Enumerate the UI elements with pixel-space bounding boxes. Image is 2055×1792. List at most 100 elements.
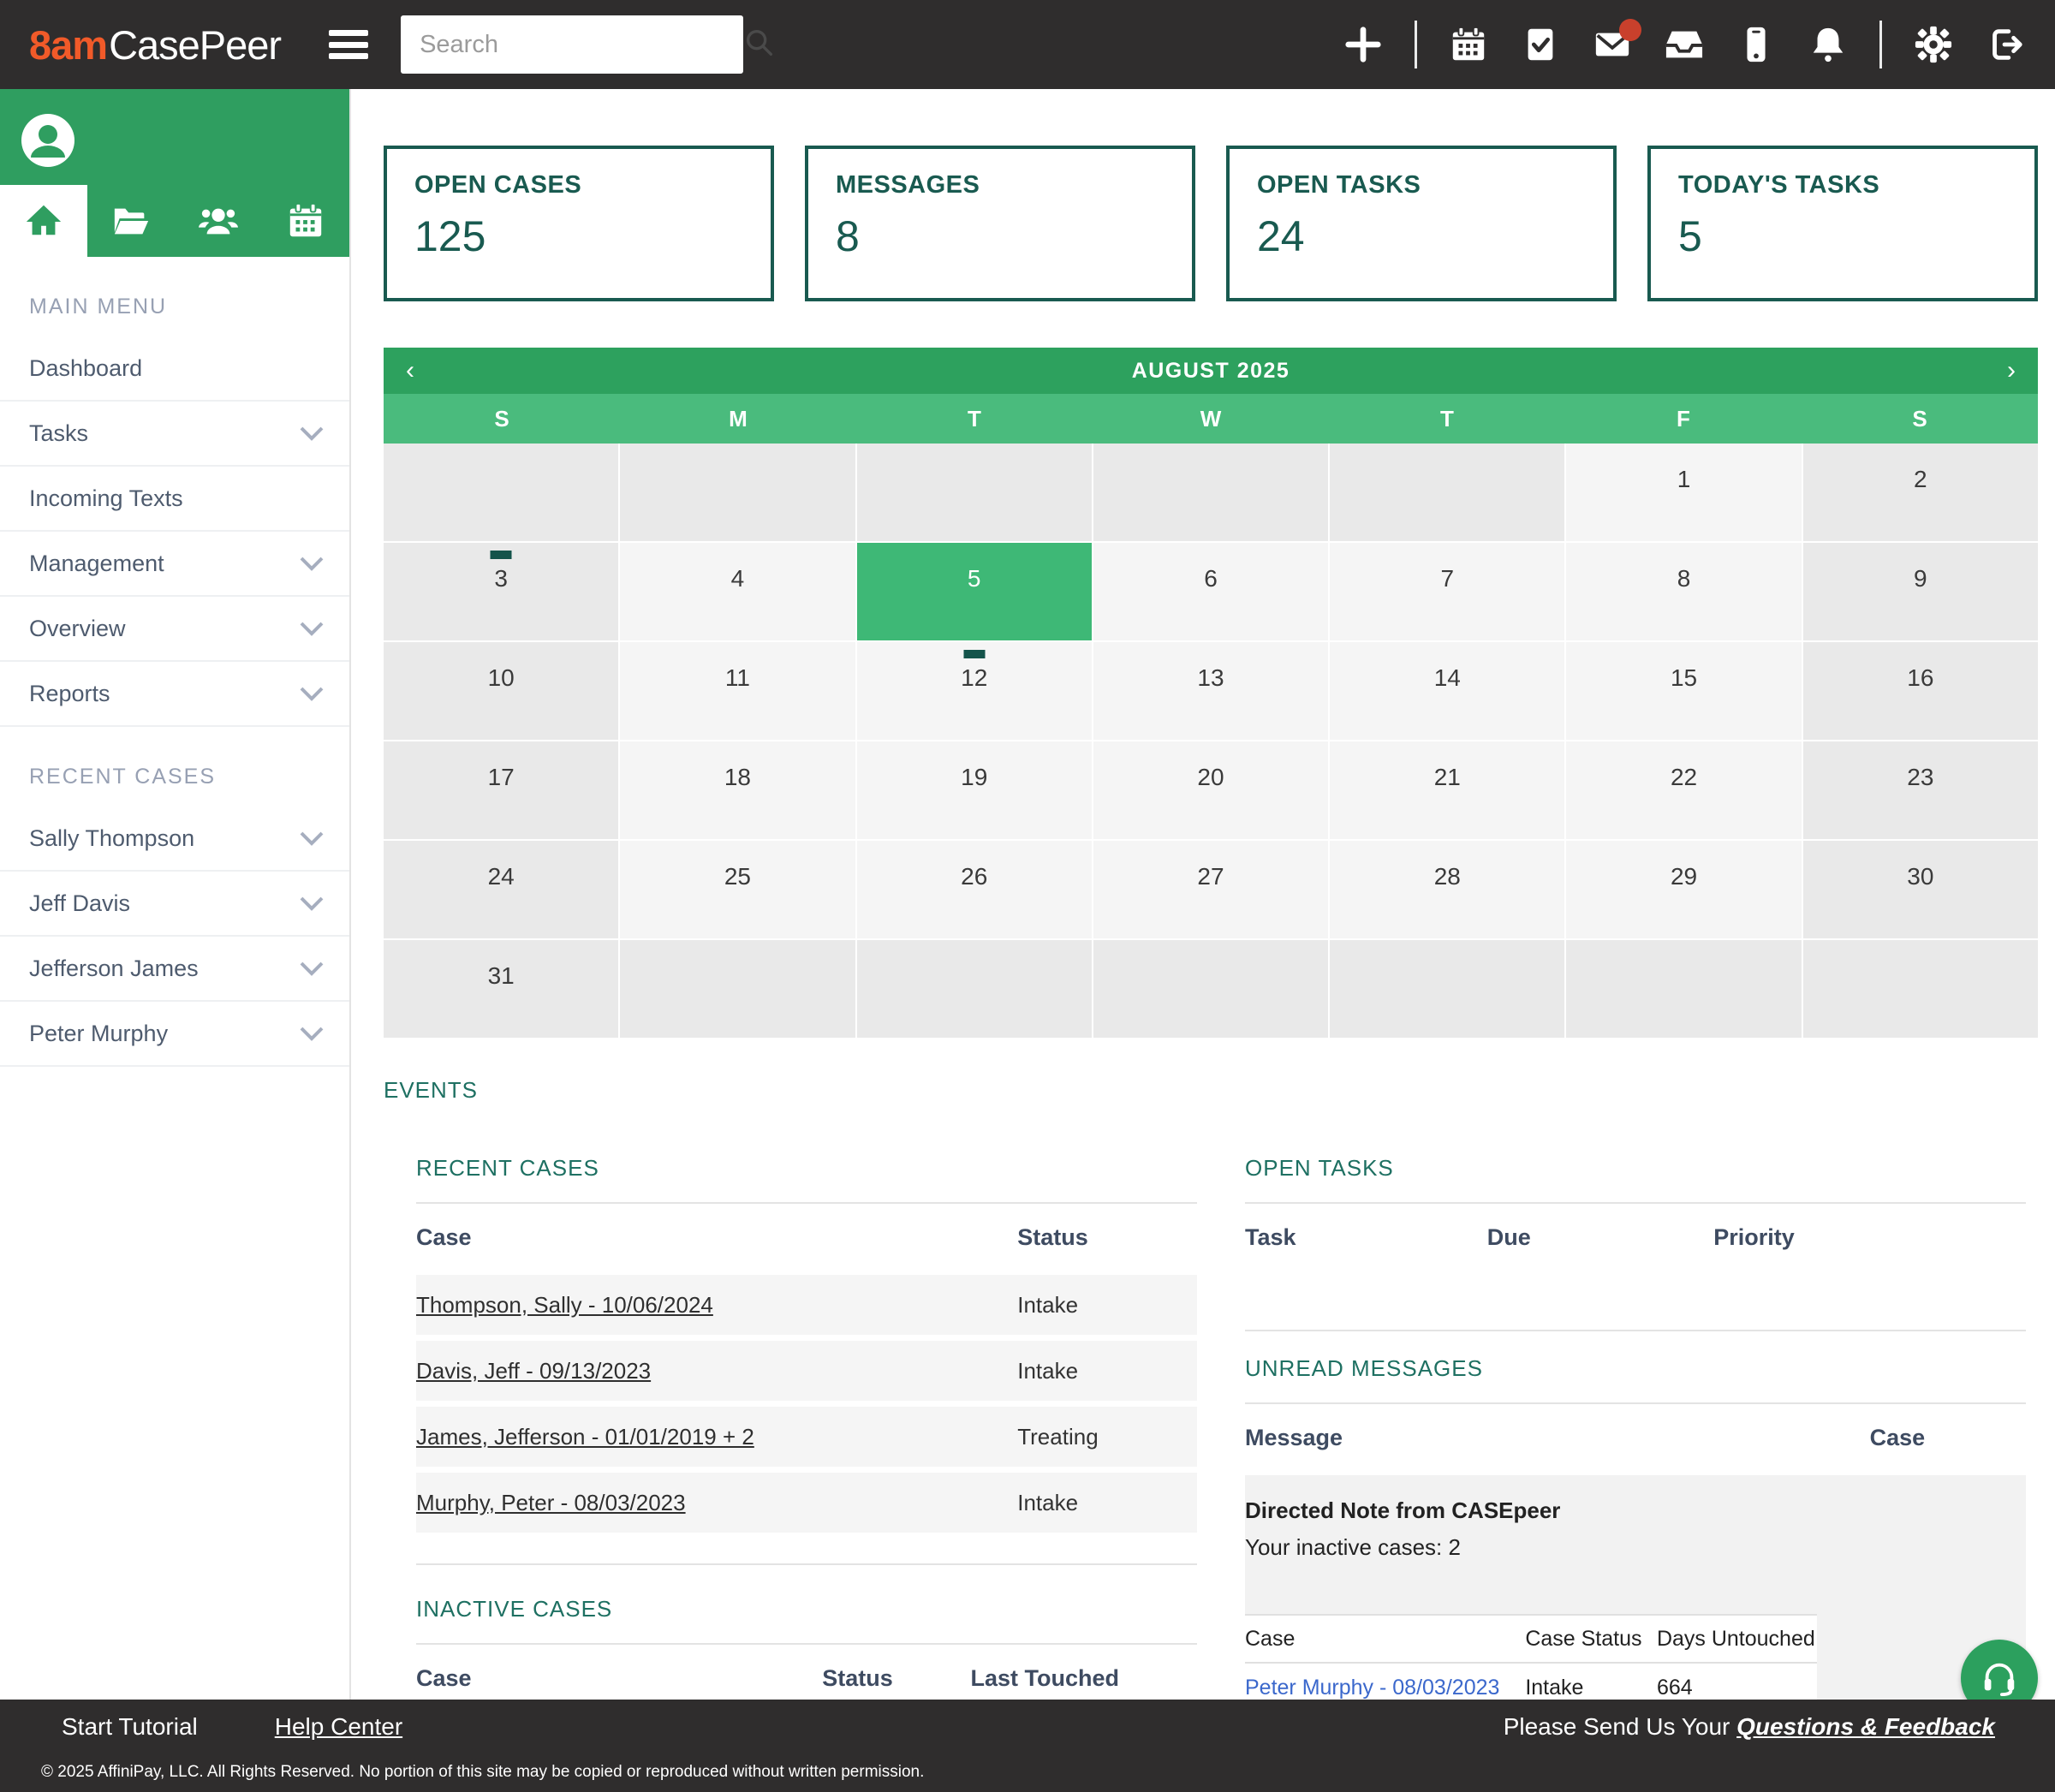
stat-card-open-tasks[interactable]: OPEN TASKS 24 — [1226, 146, 1617, 301]
calendar-day-11[interactable]: 11 — [620, 642, 855, 740]
mobile-icon[interactable] — [1736, 24, 1777, 65]
sidebar-item-incoming-texts[interactable]: Incoming Texts — [0, 467, 349, 532]
search-icon[interactable] — [742, 26, 777, 64]
calendar-day-20[interactable]: 20 — [1093, 741, 1328, 839]
notifications-icon[interactable] — [1808, 24, 1849, 65]
calendar-day-22[interactable]: 22 — [1566, 741, 1801, 839]
directed-note: Directed Note from CASEpeer Your inactiv… — [1245, 1475, 2026, 1700]
tab-cases[interactable] — [87, 185, 175, 257]
table-row: James, Jefferson - 01/01/2019 + 2 Treati… — [416, 1407, 1197, 1467]
sidebar-case-peter-murphy[interactable]: Peter Murphy — [0, 1002, 349, 1067]
calendar-day-30[interactable]: 30 — [1803, 841, 2038, 938]
messages-icon[interactable] — [1592, 24, 1633, 65]
calendar-empty-cell — [620, 940, 855, 1038]
calendar-day-12[interactable]: 12 — [857, 642, 1092, 740]
calendar-day-14[interactable]: 14 — [1330, 642, 1564, 740]
stat-card-messages[interactable]: MESSAGES 8 — [805, 146, 1195, 301]
chevron-down-icon — [300, 681, 324, 707]
calendar-empty-cell — [620, 444, 855, 541]
calendar-day-10[interactable]: 10 — [384, 642, 618, 740]
menu-toggle-icon[interactable] — [329, 30, 368, 59]
recent-cases-heading: RECENT CASES — [416, 1155, 1197, 1182]
calendar-icon[interactable] — [1448, 24, 1489, 65]
inactive-cases-header-row: Case Status Last Touched — [416, 1645, 1197, 1700]
calendar-day-25[interactable]: 25 — [620, 841, 855, 938]
case-link[interactable]: Thompson, Sally - 10/06/2024 — [416, 1292, 713, 1318]
sidebar-case-jeff-davis[interactable]: Jeff Davis — [0, 872, 349, 937]
sidebar: MAIN MENU Dashboard Tasks Incoming Texts… — [0, 89, 351, 1700]
divider — [1879, 21, 1882, 68]
stat-cards: OPEN CASES 125 MESSAGES 8 OPEN TASKS 24 … — [384, 146, 2038, 301]
tasks-icon[interactable] — [1520, 24, 1561, 65]
event-indicator-dash — [491, 551, 512, 559]
sidebar-case-jefferson-james[interactable]: Jefferson James — [0, 937, 349, 1002]
sidebar-item-management[interactable]: Management — [0, 532, 349, 597]
calendar-day-27[interactable]: 27 — [1093, 841, 1328, 938]
questions-feedback-link[interactable]: Questions & Feedback — [1736, 1713, 1995, 1740]
calendar-day-6[interactable]: 6 — [1093, 543, 1328, 640]
tab-contacts[interactable] — [175, 185, 262, 257]
tab-home[interactable] — [0, 185, 87, 257]
calendar-day-19[interactable]: 19 — [857, 741, 1092, 839]
help-center-link[interactable]: Help Center — [275, 1713, 402, 1741]
calendar-day-21[interactable]: 21 — [1330, 741, 1564, 839]
sidebar-case-sally-thompson[interactable]: Sally Thompson — [0, 807, 349, 872]
calendar-day-31[interactable]: 31 — [384, 940, 618, 1038]
copyright-text: © 2025 AffiniPay, LLC. All Rights Reserv… — [41, 1763, 924, 1782]
settings-icon[interactable] — [1913, 24, 1954, 65]
calendar-day-5-selected[interactable]: 5 — [857, 543, 1092, 640]
chevron-down-icon — [300, 825, 324, 852]
case-link[interactable]: Murphy, Peter - 08/03/2023 — [416, 1490, 686, 1515]
calendar-prev-button[interactable]: ‹ — [406, 356, 414, 385]
global-search — [401, 15, 743, 74]
calendar-empty-cell — [1330, 444, 1564, 541]
stat-card-open-cases[interactable]: OPEN CASES 125 — [384, 146, 774, 301]
calendar-day-7[interactable]: 7 — [1330, 543, 1564, 640]
logout-icon[interactable] — [1985, 24, 2026, 65]
sidebar-item-dashboard[interactable]: Dashboard — [0, 336, 349, 402]
calendar-day-16[interactable]: 16 — [1803, 642, 2038, 740]
calendar-day-9[interactable]: 9 — [1803, 543, 2038, 640]
note-title: Directed Note from CASEpeer — [1245, 1497, 2026, 1524]
calendar-empty-cell — [1803, 940, 2038, 1038]
footer: Start Tutorial Help Center Please Send U… — [0, 1700, 2055, 1792]
calendar-day-2[interactable]: 2 — [1803, 444, 2038, 541]
add-icon[interactable] — [1343, 24, 1384, 65]
unread-badge — [1619, 19, 1641, 41]
calendar-day-26[interactable]: 26 — [857, 841, 1092, 938]
case-link[interactable]: Peter Murphy - 08/03/2023 — [1245, 1676, 1499, 1700]
sidebar-header — [0, 89, 349, 257]
sidebar-item-overview[interactable]: Overview — [0, 597, 349, 662]
calendar-day-1[interactable]: 1 — [1566, 444, 1801, 541]
start-tutorial-link[interactable]: Start Tutorial — [62, 1713, 198, 1741]
chevron-down-icon — [300, 420, 324, 447]
days-untouched-value: 664 — [1657, 1676, 1817, 1700]
app-logo[interactable]: 8amCasePeer — [29, 21, 281, 68]
calendar-day-15[interactable]: 15 — [1566, 642, 1801, 740]
calendar-day-29[interactable]: 29 — [1566, 841, 1801, 938]
sidebar-item-tasks[interactable]: Tasks — [0, 402, 349, 467]
calendar-day-23[interactable]: 23 — [1803, 741, 2038, 839]
stat-card-todays-tasks[interactable]: TODAY'S TASKS 5 — [1647, 146, 2038, 301]
divider — [1415, 21, 1417, 68]
status-value: Intake — [1017, 1358, 1197, 1384]
calendar-day-18[interactable]: 18 — [620, 741, 855, 839]
calendar-day-28[interactable]: 28 — [1330, 841, 1564, 938]
calendar-day-17[interactable]: 17 — [384, 741, 618, 839]
calendar-day-4[interactable]: 4 — [620, 543, 855, 640]
casepeer-dashboard: 8amCasePeer — [0, 0, 2055, 1792]
user-avatar[interactable] — [21, 113, 75, 168]
calendar-day-24[interactable]: 24 — [384, 841, 618, 938]
calendar-day-13[interactable]: 13 — [1093, 642, 1328, 740]
search-input[interactable] — [420, 31, 742, 59]
case-link[interactable]: James, Jefferson - 01/01/2019 + 2 — [416, 1424, 754, 1450]
calendar-next-button[interactable]: › — [2007, 356, 2016, 385]
sidebar-item-reports[interactable]: Reports — [0, 662, 349, 727]
calendar-day-3[interactable]: 3 — [384, 543, 618, 640]
case-link[interactable]: Davis, Jeff - 09/13/2023 — [416, 1358, 651, 1384]
tab-calendar[interactable] — [262, 185, 349, 257]
inbox-icon[interactable] — [1664, 24, 1705, 65]
status-value: Intake — [1525, 1676, 1657, 1700]
calendar-day-8[interactable]: 8 — [1566, 543, 1801, 640]
event-indicator-dash — [963, 650, 985, 658]
